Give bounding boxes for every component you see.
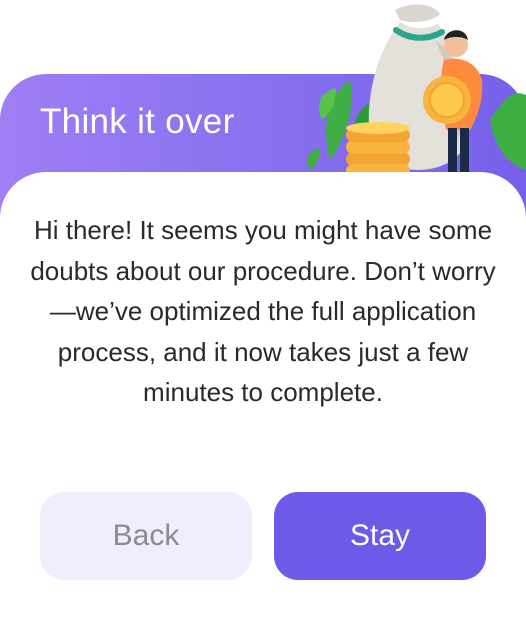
gold-coin-icon (423, 76, 471, 124)
dialog-title: Think it over (40, 102, 235, 141)
dialog-message: Hi there! It seems you might have some d… (30, 215, 496, 407)
retention-dialog: Think it over Hi there! It seems you mig… (0, 0, 526, 620)
money-bag-illustration (307, 4, 526, 178)
stay-button[interactable]: Stay (274, 492, 486, 580)
coin-stack-icon (346, 122, 410, 178)
back-button[interactable]: Back (40, 492, 252, 580)
